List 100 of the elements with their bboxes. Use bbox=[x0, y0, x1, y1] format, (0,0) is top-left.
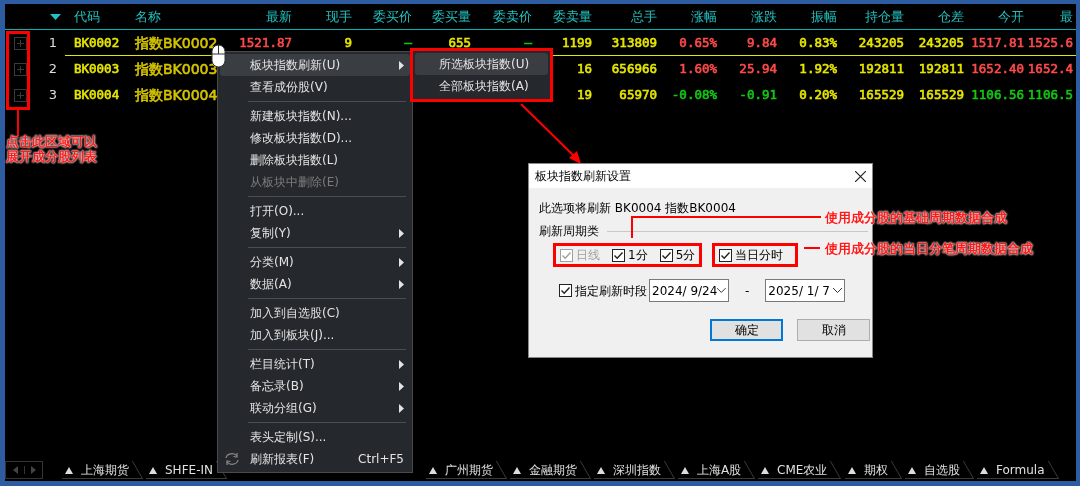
sheet-tab[interactable]: 上海期货 bbox=[51, 461, 144, 479]
checkbox[interactable] bbox=[659, 248, 673, 262]
column-header[interactable]: 名称 bbox=[135, 6, 161, 27]
column-header[interactable]: 振幅 bbox=[811, 6, 837, 27]
menu-item[interactable]: 新建板块指数(N)... bbox=[220, 105, 410, 127]
table-cell: 16 bbox=[576, 63, 592, 75]
triangle-icon bbox=[760, 466, 769, 473]
range-separator: - bbox=[745, 282, 750, 300]
table-cell: — bbox=[524, 37, 532, 49]
sheet-tab[interactable]: 深圳指数 bbox=[583, 461, 676, 479]
checkbox-label: 指定刷新时段 bbox=[575, 282, 647, 300]
menu-item[interactable]: 打开(O)... bbox=[220, 200, 410, 222]
checkbox-label: 1分 bbox=[628, 247, 648, 264]
menu-item[interactable]: 加入到自选股(C) bbox=[220, 302, 410, 324]
table-cell: 指数BK0002 bbox=[135, 36, 218, 50]
checkbox[interactable] bbox=[559, 284, 572, 297]
dialog-message: 此选项将刷新 BK0004 指数BK0004 bbox=[539, 200, 736, 217]
sheet-tab[interactable]: 金融期货 bbox=[499, 461, 592, 479]
menu-item[interactable]: 复制(Y) bbox=[220, 222, 410, 244]
table-cell: 1521.87 bbox=[239, 37, 292, 49]
table-cell: BK0003 bbox=[74, 63, 120, 75]
column-header[interactable]: 现手 bbox=[326, 6, 352, 27]
column-header[interactable]: 代码 bbox=[74, 6, 100, 27]
table-cell: — bbox=[404, 37, 412, 49]
table-cell: 0.20% bbox=[799, 89, 837, 101]
table-cell: 9.84 bbox=[746, 37, 777, 49]
column-header[interactable]: 委买量 bbox=[432, 6, 471, 27]
group-label: 刷新周期类 bbox=[539, 223, 599, 240]
triangle-icon bbox=[680, 466, 689, 473]
menu-item[interactable]: 表头定制(S)... bbox=[220, 426, 410, 448]
column-header[interactable]: 涨跌 bbox=[751, 6, 777, 27]
dialog-button[interactable]: 取消 bbox=[797, 319, 870, 341]
column-header[interactable]: 最 bbox=[1060, 6, 1073, 27]
menu-item[interactable]: 所选板块指数(U) bbox=[415, 53, 548, 75]
sort-icon[interactable] bbox=[50, 13, 61, 20]
menu-item[interactable]: 数据(A) bbox=[220, 273, 410, 295]
triangle-icon bbox=[907, 466, 916, 473]
sheet-tab[interactable]: 广州期货 bbox=[415, 461, 508, 479]
chevron-down-icon[interactable] bbox=[833, 288, 843, 293]
column-header[interactable]: 委买价 bbox=[373, 6, 412, 27]
row-number: 2 bbox=[48, 60, 57, 79]
table-cell: 0.83% bbox=[799, 37, 837, 49]
column-header[interactable]: 委卖价 bbox=[493, 6, 532, 27]
chevron-down-icon[interactable] bbox=[717, 288, 726, 293]
table-cell: -0.91 bbox=[739, 89, 777, 101]
table-cell: 192811 bbox=[858, 63, 904, 75]
table-cell: 1525.6 bbox=[1027, 37, 1073, 49]
table-cell: 1.60% bbox=[679, 63, 717, 75]
table-cell: 1517.81 bbox=[971, 37, 1024, 49]
table-cell: 243205 bbox=[918, 37, 964, 49]
menu-item[interactable]: 栏目统计(T) bbox=[220, 353, 410, 375]
leader-line bbox=[17, 110, 20, 136]
sheet-tab[interactable]: 期权 bbox=[834, 461, 902, 479]
table-cell: 165529 bbox=[918, 89, 964, 101]
column-header[interactable]: 今开 bbox=[998, 6, 1024, 27]
table-cell: 0.65% bbox=[679, 37, 717, 49]
table-cell: 165529 bbox=[858, 89, 904, 101]
column-header[interactable]: 最新 bbox=[266, 6, 292, 27]
table-cell: 9 bbox=[344, 37, 352, 49]
column-header[interactable]: 委卖量 bbox=[553, 6, 592, 27]
table-cell: BK0002 bbox=[74, 37, 120, 49]
column-header[interactable]: 仓差 bbox=[938, 6, 964, 27]
table-cell: 65970 bbox=[619, 89, 657, 101]
close-icon[interactable] bbox=[855, 170, 866, 182]
table-cell: -0.08% bbox=[671, 89, 717, 101]
sheet-tab[interactable]: 上海A股 bbox=[667, 461, 756, 479]
sheet-tab[interactable]: CME农业 bbox=[748, 461, 842, 479]
menu-item[interactable]: 板块指数刷新(U) bbox=[220, 54, 410, 76]
triangle-icon bbox=[596, 466, 605, 473]
shortcut-label: Ctrl+F5 bbox=[358, 451, 404, 468]
menu-item[interactable]: 分类(M) bbox=[220, 251, 410, 273]
checkbox[interactable] bbox=[612, 248, 625, 262]
triangle-icon bbox=[64, 466, 73, 473]
table-cell: 1199 bbox=[561, 37, 592, 49]
menu-item[interactable]: 加入到板块(J)... bbox=[220, 324, 410, 346]
table-cell: BK0004 bbox=[74, 89, 120, 101]
column-header[interactable]: 总手 bbox=[631, 6, 657, 27]
checkbox-label: 5分 bbox=[675, 247, 696, 264]
menu-item[interactable]: 联动分组(G) bbox=[220, 397, 410, 419]
refresh-icon bbox=[224, 452, 240, 466]
table-cell: 192811 bbox=[918, 63, 964, 75]
menu-item[interactable]: 删除板块指数(L) bbox=[220, 149, 410, 171]
column-header[interactable]: 涨幅 bbox=[691, 6, 717, 27]
table-cell: 656966 bbox=[611, 63, 657, 75]
menu-item[interactable]: 查看成份股(V) bbox=[220, 76, 410, 98]
checkbox[interactable] bbox=[719, 248, 733, 262]
date-picker[interactable]: 2025/ 1/ 7 bbox=[765, 279, 846, 302]
table-cell: 1652.40 bbox=[971, 63, 1024, 75]
row-number: 3 bbox=[48, 86, 57, 105]
table-cell: 25.94 bbox=[739, 63, 777, 75]
sheet-tab[interactable]: Formula bbox=[966, 461, 1059, 479]
dialog-button[interactable]: 确定 bbox=[710, 319, 783, 341]
sheet-tab[interactable]: 自选股 bbox=[894, 461, 974, 479]
menu-item[interactable]: 备忘录(B) bbox=[220, 375, 410, 397]
menu-item[interactable]: 全部板块指数(A) bbox=[415, 75, 548, 97]
column-header[interactable]: 持仓量 bbox=[865, 6, 904, 27]
table-cell: 243205 bbox=[858, 37, 904, 49]
menu-item[interactable]: 修改板块指数(D)... bbox=[220, 127, 410, 149]
date-picker[interactable]: 2024/ 9/24 bbox=[649, 279, 729, 302]
checkbox-label: 日线 bbox=[576, 247, 600, 264]
